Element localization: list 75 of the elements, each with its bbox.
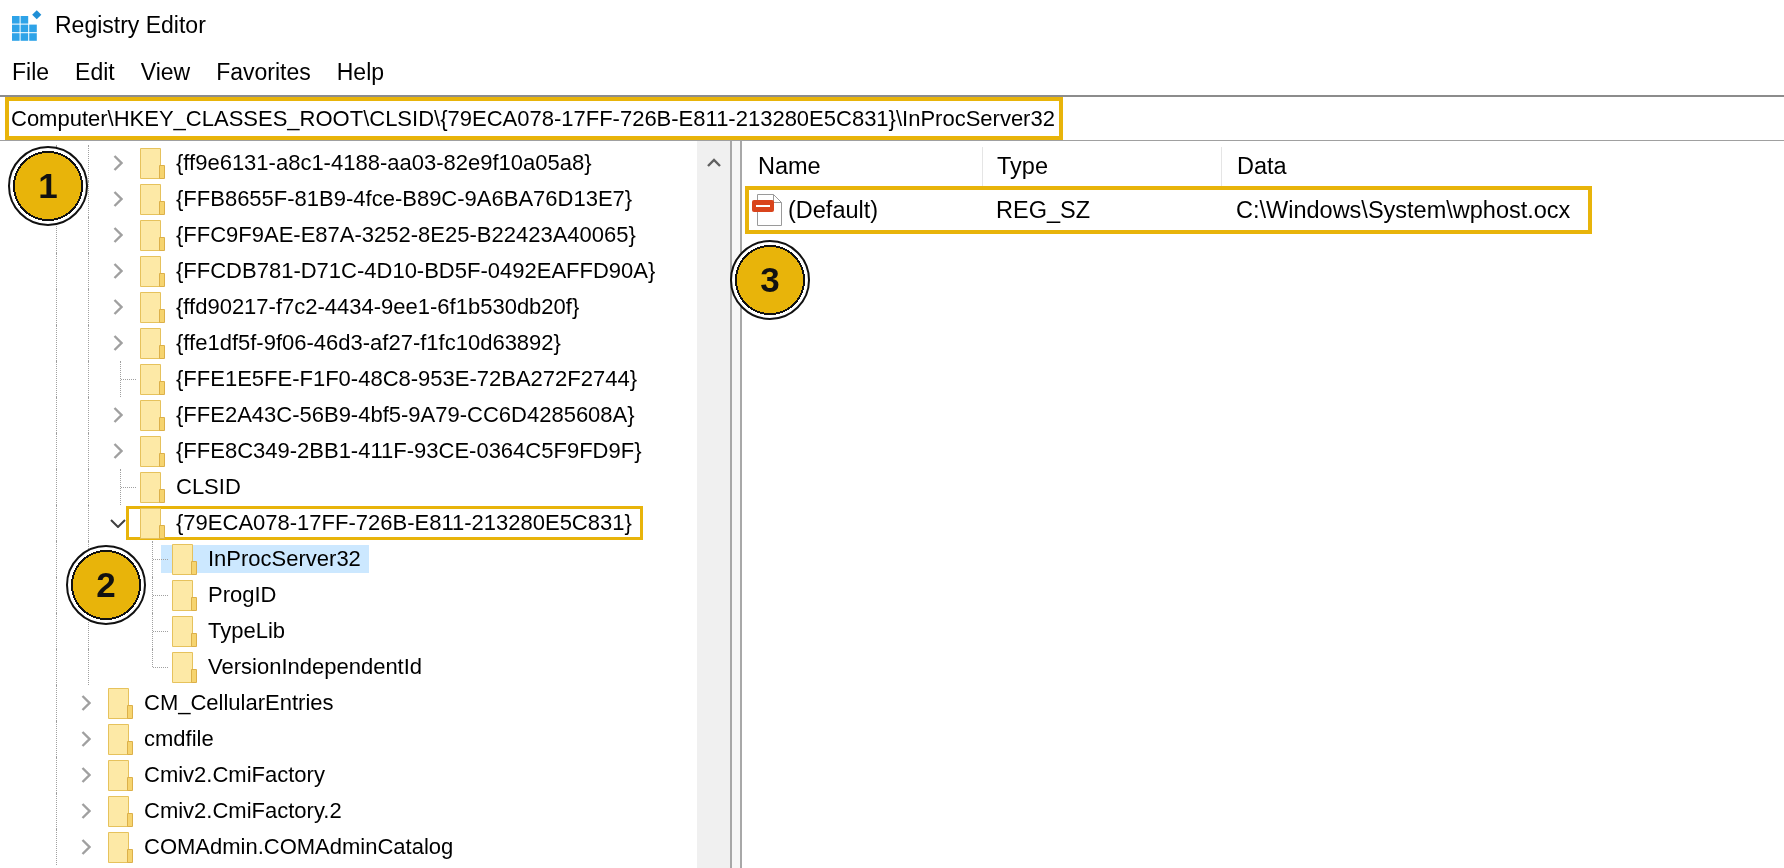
folder-icon	[172, 651, 197, 683]
chevron-right-icon[interactable]	[113, 227, 123, 243]
tree-item[interactable]: {ffd90217-f7c2-4434-9ee1-6f1b530db20f}	[126, 290, 591, 324]
chevron-right-icon[interactable]	[113, 155, 123, 171]
chevron-right-icon[interactable]	[81, 803, 91, 819]
tree-item[interactable]: Cmiv2.CmiFactory	[94, 758, 336, 792]
chevron-right-icon[interactable]	[81, 839, 91, 855]
column-header[interactable]: Data	[1222, 147, 1784, 186]
chevron-right-icon[interactable]	[113, 263, 123, 279]
tree-item[interactable]: CM_CellularEntries	[94, 686, 345, 720]
chevron-right-icon[interactable]	[113, 191, 123, 207]
chevron-right-icon[interactable]	[113, 299, 123, 315]
chevron-up-icon[interactable]	[706, 158, 721, 167]
tree-item[interactable]: {FFE2A43C-56B9-4bf5-9A79-CC6D4285608A}	[126, 398, 646, 432]
folder-icon	[140, 507, 165, 539]
chevron-right-icon[interactable]	[81, 695, 91, 711]
chevron-down-icon[interactable]	[110, 518, 126, 528]
callout-badge: 1	[8, 146, 88, 226]
folder-icon	[108, 759, 133, 791]
folder-icon	[140, 291, 165, 323]
tree-item[interactable]: ProgID	[158, 578, 288, 612]
tree-item[interactable]: {FFE1E5FE-F1F0-48C8-953E-72BA272F2744}	[126, 362, 649, 396]
folder-icon	[140, 219, 165, 251]
chevron-right-icon[interactable]	[113, 407, 123, 423]
chevron-right-icon[interactable]	[81, 731, 91, 747]
folder-icon	[140, 399, 165, 431]
tree-item[interactable]: cmdfile	[94, 722, 225, 756]
folder-icon	[140, 183, 165, 215]
tree-item[interactable]: VersionIndependentId	[158, 650, 434, 684]
pane-splitter[interactable]	[730, 141, 742, 868]
folder-icon	[108, 687, 133, 719]
tree-item[interactable]: TypeLib	[158, 614, 297, 648]
string-value-icon	[752, 194, 782, 226]
value-row[interactable]: (Default) REG_SZ C:\Windows\System\wphost.ocx	[745, 186, 1593, 234]
tree-item[interactable]: {ff9e6131-a8c1-4188-aa03-82e9f10a05a8}	[126, 146, 603, 180]
tree-item[interactable]: {FFCDB781-D71C-4D10-BD5F-0492EAFFD90A}	[126, 254, 667, 288]
callout-badge: 2	[66, 545, 146, 625]
value-type: REG_SZ	[996, 196, 1092, 224]
column-header[interactable]: Name	[742, 147, 983, 186]
tree-item[interactable]: {FFC9F9AE-E87A-3252-8E25-B22423A40065}	[126, 218, 647, 252]
folder-icon	[140, 147, 165, 179]
callout-badge: 3	[730, 240, 810, 320]
folder-icon	[140, 363, 165, 395]
value-data: C:\Windows\System\wphost.ocx	[1236, 196, 1571, 224]
tree-item[interactable]: {FFE8C349-2BB1-411F-93CE-0364C5F9FD9F}	[126, 434, 653, 468]
tree-item[interactable]: {ffe1df5f-9f06-46d3-af27-f1fc10d63892}	[126, 326, 572, 360]
folder-icon	[172, 543, 197, 575]
chevron-right-icon[interactable]	[81, 767, 91, 783]
folder-icon	[108, 831, 133, 863]
column-header[interactable]: Type	[983, 147, 1222, 186]
menu-item[interactable]: File	[0, 55, 63, 90]
tree-item[interactable]: COMAdmin.COMAdminCatalog	[94, 830, 465, 864]
tree-item[interactable]: {FFB8655F-81B9-4fce-B89C-9A6BA76D13E7}	[126, 182, 644, 216]
folder-icon	[108, 795, 133, 827]
menu-item[interactable]: Edit	[62, 55, 128, 90]
tree-item[interactable]: Cmiv2.CmiFactory.2	[94, 794, 353, 828]
value-name: (Default)	[788, 196, 879, 224]
folder-icon	[140, 255, 165, 287]
tree-item[interactable]: InProcServer32	[158, 542, 372, 576]
tree-item[interactable]: {79ECA078-17FF-726B-E811-213280E5C831}	[126, 506, 643, 540]
folder-icon	[172, 615, 197, 647]
chevron-right-icon[interactable]	[113, 443, 123, 459]
menu-item[interactable]: Help	[323, 55, 398, 90]
folder-icon	[140, 327, 165, 359]
tree-item[interactable]: CLSID	[126, 470, 252, 504]
window-title: Registry Editor	[55, 11, 206, 39]
scrollbar[interactable]	[697, 141, 730, 868]
menu-item[interactable]: Favorites	[203, 55, 324, 90]
folder-icon	[140, 435, 165, 467]
chevron-right-icon[interactable]	[113, 335, 123, 351]
folder-icon	[108, 723, 133, 755]
folder-icon	[140, 471, 165, 503]
folder-icon	[172, 579, 197, 611]
grid-icon	[12, 9, 43, 41]
menu-item[interactable]: View	[127, 55, 204, 90]
